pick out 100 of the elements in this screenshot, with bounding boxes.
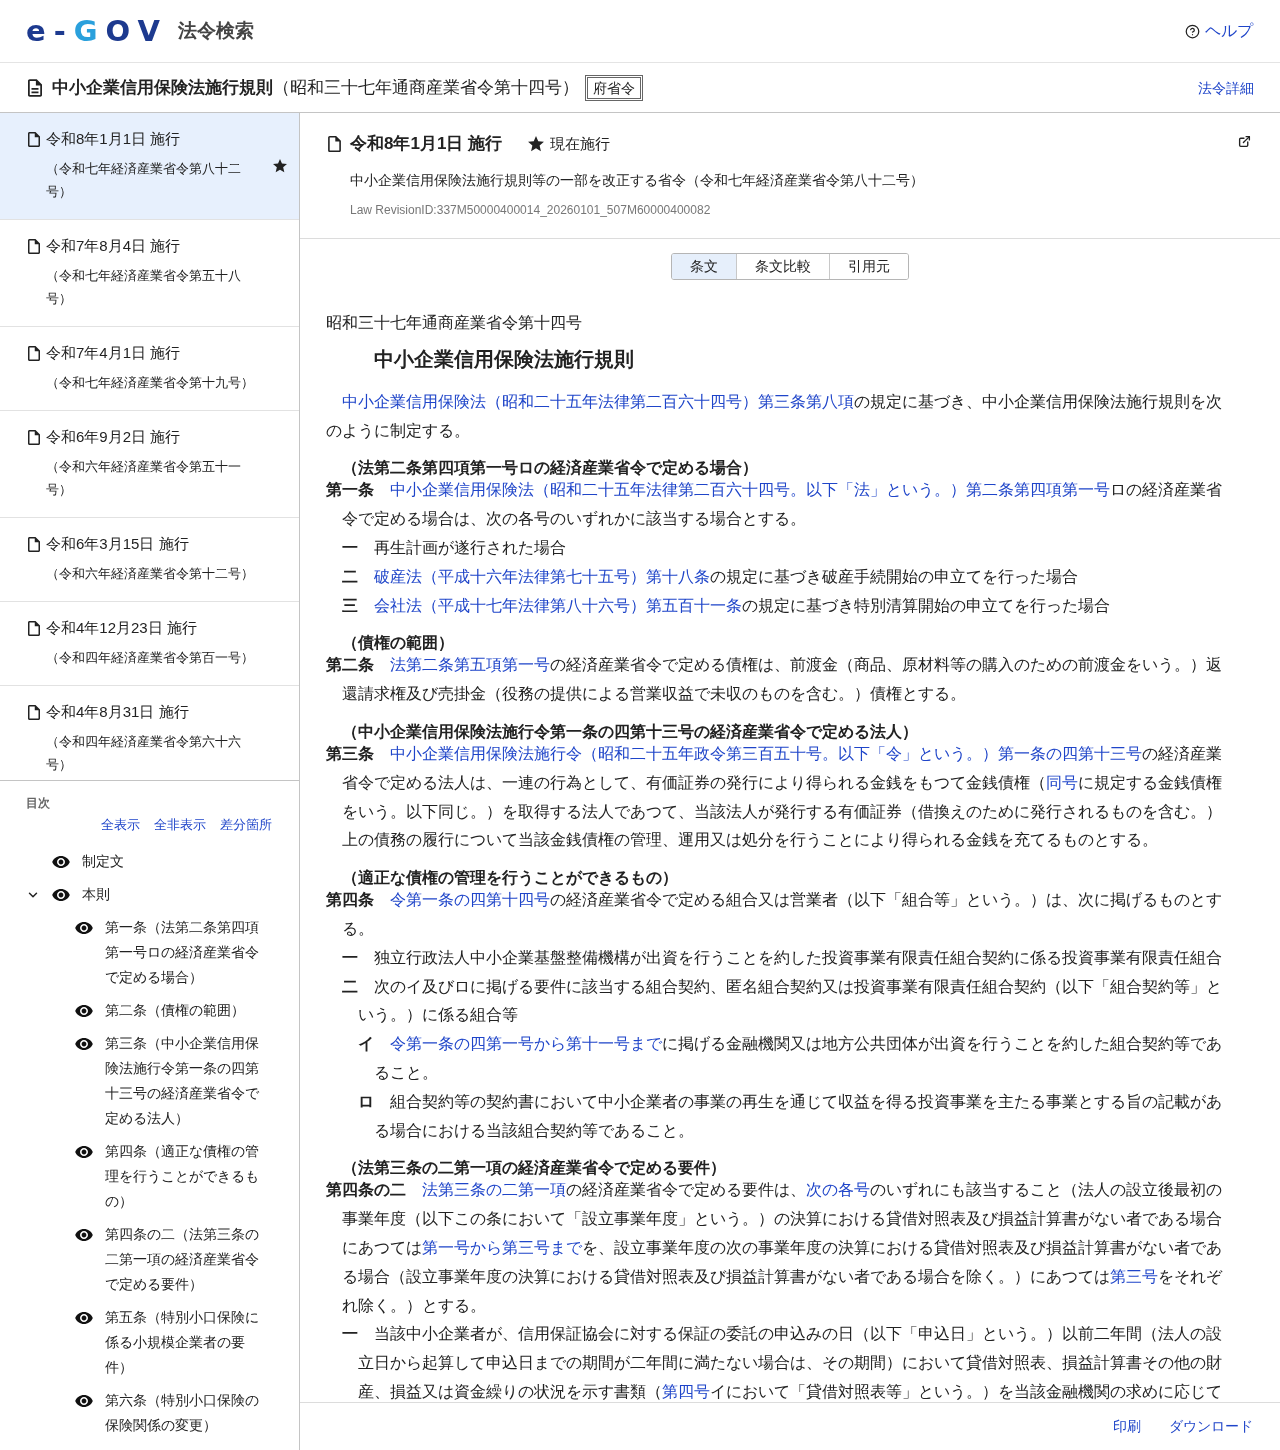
document-icon bbox=[28, 429, 40, 445]
law-reference-link[interactable]: 中小企業信用保険法（昭和二十五年法律第二百六十四号。以下「法」という。） bbox=[390, 481, 966, 499]
toc-link[interactable]: 第四条（適正な債権の管理を行うことができるもの） bbox=[105, 1139, 261, 1214]
revision-date: 令和8年1月1日 施行 bbox=[46, 129, 181, 149]
revision-date: 令和4年12月23日 施行 bbox=[46, 618, 197, 638]
toc-link[interactable]: 第四条の二（法第三条の二第一項の経済産業省令で定める要件） bbox=[105, 1222, 261, 1297]
revision-heading: 令和8年1月1日 施行 bbox=[350, 133, 503, 155]
article-paragraph: 第三条 中小企業信用保険法施行令（昭和二十五年政令第三百五十号。以下「令」という。）第一条の四第十三号の経済産業省令で定める法人は、一連の行為として、有価証券の発行により得られる金銭をもつて金銭債権（同号に規定する金銭債権をいう。以下同じ。）を取得する法人であつて、当該法人が発行する有価証券（借換えのために発行されるものを含む。）上の債務の履行について当該金銭債権の管理、運用又は処分を行うことにより得られる金銭を充てるものとする。 bbox=[326, 743, 1223, 851]
article-caption: （中小企業信用保険法施行令第一条の四第十三号の経済産業省令で定める法人） bbox=[341, 723, 919, 740]
document-icon bbox=[28, 131, 40, 147]
download-link[interactable]: ダウンロード bbox=[1169, 1417, 1253, 1436]
article-paragraph: 第四条 令第一条の四第十四号の経済産業省令で定める組合又は営業者（以下「組合等」という。）は、次に掲げるものとする。 bbox=[326, 890, 1223, 939]
eye-icon[interactable] bbox=[52, 855, 70, 868]
print-link[interactable]: 印刷 bbox=[1113, 1417, 1141, 1436]
eye-icon[interactable] bbox=[75, 1228, 93, 1241]
help-link[interactable]: ヘルプ bbox=[1185, 20, 1253, 42]
law-reference-link[interactable]: 第二条第四項第一号 bbox=[966, 481, 1110, 499]
external-link-icon[interactable] bbox=[1238, 135, 1251, 148]
revision-date: 令和6年9月2日 施行 bbox=[46, 427, 181, 447]
law-reference-link[interactable]: 中小企業信用保険法施行令（昭和二十五年政令第三百五十号。以下「令」という。） bbox=[390, 744, 998, 762]
revision-id: Law RevisionID:337M50000400014_20260101_507M60000400082 bbox=[350, 202, 712, 218]
revision-item[interactable]: 令和8年1月1日 施行 （令和七年経済産業省令第八十二号） bbox=[0, 113, 299, 220]
document-icon bbox=[28, 238, 40, 254]
law-reference-link[interactable]: 法第三条の二第一項 bbox=[422, 1181, 566, 1199]
revision-date: 令和7年4月1日 施行 bbox=[46, 343, 181, 363]
item-paragraph: 二 次のイ及びロに掲げる要件に該当する組合契約、匿名組合契約又は投資事業有限責任組合契約（以下「組合契約等」という。）に係る組合等 bbox=[341, 976, 1223, 1026]
amending-law: （令和七年経済産業省令第十九号） bbox=[46, 375, 255, 392]
document-icon bbox=[328, 136, 341, 152]
help-icon bbox=[1185, 23, 1200, 39]
toc-link[interactable]: 第二条（債権の範囲） bbox=[105, 998, 261, 1023]
item-paragraph: 一 当該中小企業者が、信用保証協会に対する保証の委託の申込みの日（以下「申込日」という。）以前二年間（法人の設立日から起算して申込日までの期間が二年間に満たない場合は、その期間）において貸借対照表、損益計算書その他の財産、損益又は資金繰りの状況を示す書類（第四号イにおいて「貸借対照表等」という。）を当該金融機関の求めに応じて bbox=[341, 1324, 1223, 1402]
document-icon bbox=[28, 536, 40, 552]
law-reference-link[interactable]: 会社法（平成十七年法律第八十六号） bbox=[374, 596, 646, 614]
item-paragraph: 二 破産法（平成十六年法律第七十五号）第十八条の規定に基づき破産手続開始の申立てを行った場合 bbox=[341, 566, 1079, 587]
revision-date: 令和7年8月4日 施行 bbox=[46, 236, 181, 256]
law-reference-link[interactable]: 第一条の四第十三号 bbox=[998, 744, 1142, 762]
amending-law: （令和四年経済産業省令第百一号） bbox=[46, 650, 255, 667]
subitem-paragraph: ロ 組合契約等の契約書において中小企業者の事業の再生を通じて収益を得る投資事業を主たる事業とする旨の記載がある場合における当該組合契約等であること。 bbox=[357, 1091, 1223, 1141]
toc-link[interactable]: 第一条（法第二条第四項第一号ロの経済産業省令で定める場合） bbox=[105, 915, 261, 990]
current-status-label: 現在施行 bbox=[550, 134, 611, 154]
site-title: 法令検索 bbox=[177, 19, 254, 43]
toc-action-link[interactable]: 全表示 bbox=[101, 816, 140, 834]
article-paragraph: 第一条 中小企業信用保険法（昭和二十五年法律第二百六十四号。以下「法」という。）第二条第四項第一号ロの経済産業省令で定める場合は、次の各号のいずれかに該当する場合とする。 bbox=[326, 480, 1223, 530]
article-caption: （法第三条の二第一項の経済産業省令で定める要件） bbox=[341, 1160, 727, 1177]
law-reference-link[interactable]: 法第二条第五項第一号 bbox=[390, 656, 550, 674]
toc-link[interactable]: 第五条（特別小口保険に係る小規模企業者の要件） bbox=[105, 1305, 261, 1380]
item-paragraph: 一 独立行政法人中小企業基盤整備機構が出資を行うことを約した投資事業有限責任組合契約に係る投資事業有限責任組合 bbox=[341, 947, 1223, 968]
law-reference-link[interactable]: 同号 bbox=[1046, 773, 1078, 791]
law-details-link[interactable]: 法令詳細 bbox=[1198, 80, 1254, 98]
amending-law: （令和四年経済産業省令第六十六号） bbox=[46, 734, 242, 774]
law-reference-link[interactable]: 第三号 bbox=[1110, 1267, 1158, 1285]
law-reference-link[interactable]: 中小企業信用保険法（昭和二十五年法律第二百六十四号） bbox=[342, 392, 758, 410]
law-title-heading: 中小企業信用保険法施行規則 bbox=[373, 346, 635, 372]
amending-law: （令和六年経済産業省令第十二号） bbox=[46, 566, 255, 583]
amending-law-title: 中小企業信用保険法施行規則等の一部を改正する省令（令和七年経済産業省令第八十二号） bbox=[350, 171, 925, 190]
law-reference-link[interactable]: 第四号 bbox=[662, 1382, 710, 1400]
star-icon bbox=[528, 136, 545, 152]
revision-date: 令和6年3月15日 施行 bbox=[46, 534, 189, 554]
law-reference-link[interactable]: 次の各号 bbox=[806, 1181, 870, 1199]
eye-icon[interactable] bbox=[75, 1145, 93, 1158]
view-tab[interactable]: 引用元 bbox=[829, 254, 908, 279]
view-tab[interactable]: 条文 bbox=[672, 254, 736, 279]
subitem-paragraph: イ 令第一条の四第一号から第十一号までに掲げる金融機関又は地方公共団体が出資を行うことを約した組合契約等であること。 bbox=[357, 1034, 1223, 1083]
toc-link[interactable]: 制定文 bbox=[82, 849, 238, 874]
law-reference-link[interactable]: 第五百十一条 bbox=[646, 596, 742, 614]
document-icon bbox=[28, 345, 40, 361]
law-reference-link[interactable]: 第一号から第三号まで bbox=[422, 1238, 582, 1256]
item-paragraph: 一 再生計画が遂行された場合 bbox=[341, 538, 567, 558]
amending-law: （令和七年経済産業省令第五十八号） bbox=[46, 268, 242, 308]
law-reference-link[interactable]: 破産法（平成十六年法律第七十五号） bbox=[374, 567, 646, 585]
article-caption: （債権の範囲） bbox=[341, 635, 455, 652]
enactment-paragraph: 中小企業信用保険法（昭和二十五年法律第二百六十四号）第三条第八項の規定に基づき、中小企業信用保険法施行規則を次のように制定する。 bbox=[326, 391, 1223, 441]
document-lines-icon bbox=[28, 78, 42, 97]
law-title: 中小企業信用保険法施行規則 bbox=[52, 77, 273, 99]
law-type-badge: 府省令 bbox=[585, 74, 643, 101]
toc-action-link[interactable]: 差分箇所 bbox=[220, 816, 272, 834]
article-caption: （法第二条第四項第一号ロの経済産業省令で定める場合） bbox=[341, 460, 759, 477]
eye-icon[interactable] bbox=[75, 1311, 93, 1324]
law-reference-link[interactable]: 令第一条の四第十四号 bbox=[390, 891, 550, 909]
article-caption: （適正な債権の管理を行うことができるもの） bbox=[341, 870, 679, 887]
document-icon bbox=[28, 620, 40, 636]
toc-heading: 目次 bbox=[26, 795, 51, 811]
eye-icon[interactable] bbox=[75, 921, 93, 934]
item-paragraph: 三 会社法（平成十七年法律第八十六号）第五百十一条の規定に基づき特別清算開始の申立てを行った場合 bbox=[341, 595, 1111, 616]
law-reference-link[interactable]: 令第一条の四第一号から第十一号まで bbox=[390, 1035, 662, 1053]
amending-law: （令和六年経済産業省令第五十一号） bbox=[46, 459, 242, 499]
revision-date: 令和4年8月31日 施行 bbox=[46, 702, 189, 722]
law-reference-link[interactable]: 第十八条 bbox=[646, 567, 710, 585]
toc-link[interactable]: 第三条（中小企業信用保険法施行令第一条の四第十三号の経済産業省令で定める法人） bbox=[105, 1031, 261, 1131]
amending-law: （令和七年経済産業省令第八十二号） bbox=[46, 161, 242, 201]
eye-icon[interactable] bbox=[75, 1037, 93, 1050]
toc-link[interactable]: 本則 bbox=[82, 882, 238, 907]
toc-action-link[interactable]: 全非表示 bbox=[154, 816, 206, 834]
eye-icon[interactable] bbox=[75, 1004, 93, 1017]
eye-icon[interactable] bbox=[75, 1394, 93, 1407]
eye-icon[interactable] bbox=[52, 888, 70, 901]
toc-link[interactable]: 第六条（特別小口保険の保険関係の変更） bbox=[105, 1388, 261, 1438]
law-reference-link[interactable]: 第三条第八項 bbox=[758, 392, 854, 410]
law-number: （昭和三十七年通商産業省令第十四号） bbox=[273, 77, 579, 99]
law-number-text: 昭和三十七年通商産業省令第十四号 bbox=[326, 313, 583, 333]
